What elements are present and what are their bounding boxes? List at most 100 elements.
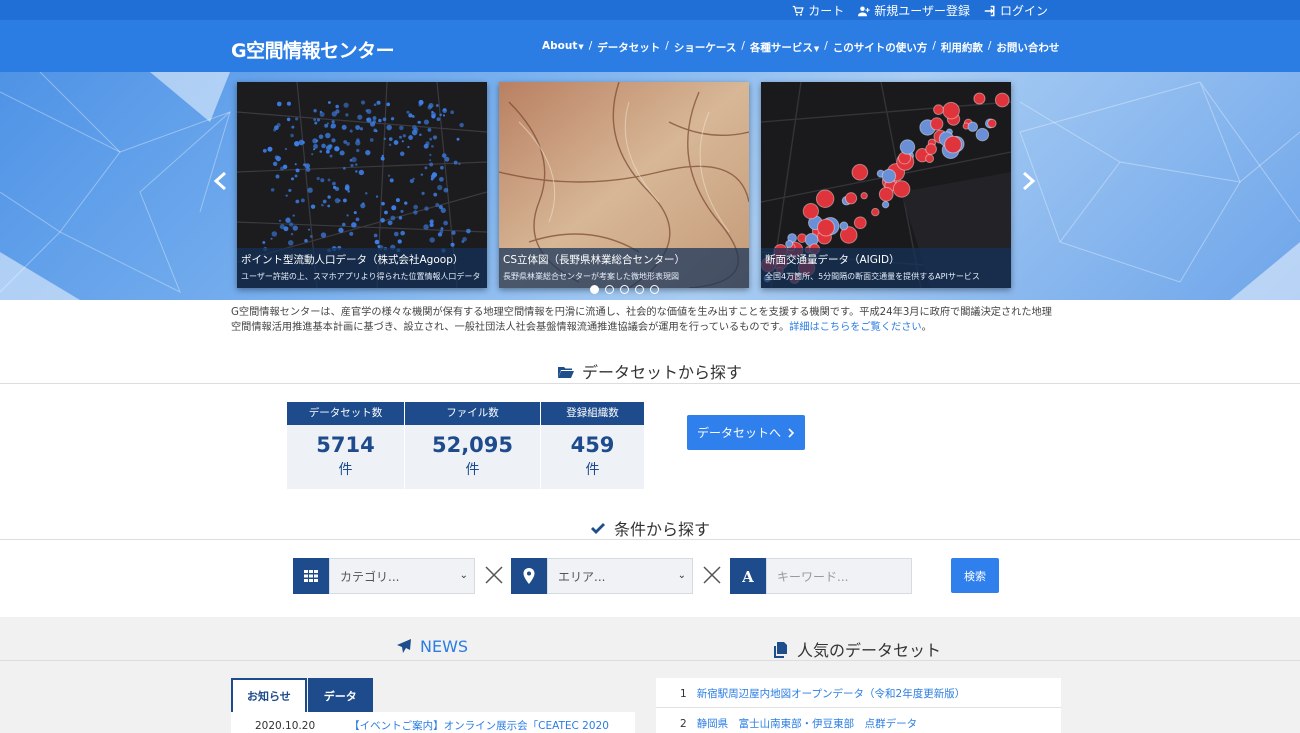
tab-notices[interactable]: お知らせ <box>231 678 307 712</box>
popular-title: 人気のデータセット <box>773 637 941 661</box>
hero-carousel: ポイント型流動人口データ（株式会社Agoop） ユーザー許諾の上、スマホアプリよ… <box>0 72 1300 300</box>
carousel-prev-button[interactable] <box>210 170 232 192</box>
stat-label: 登録組織数 <box>541 402 644 425</box>
login-link[interactable]: ログイン <box>984 2 1048 19</box>
slide-caption: 断面交通量データ（AIGID） 全国4万箇所、5分間隔の断面交通量を提供するAP… <box>761 248 1011 288</box>
category-select-value: カテゴリ... <box>340 570 400 584</box>
nav-item[interactable]: About▼ <box>542 40 584 55</box>
popular-title-label: 人気のデータセット <box>797 641 942 660</box>
font-icon: A <box>741 568 754 584</box>
dataset-stats: データセット数 5714 件 ファイル数 52,095 件 登録組織数 459 … <box>287 402 644 489</box>
stat-label: ファイル数 <box>405 402 540 425</box>
dataset-section-title: データセットから探す <box>0 359 1300 383</box>
caret-down-icon: ▼ <box>578 43 584 51</box>
stat-datasets: データセット数 5714 件 <box>287 402 404 489</box>
main-nav: About▼ / データセット / ショーケース / 各種サービス▼ / このサイトの使い方 / 利… <box>542 40 1059 55</box>
svg-text:A: A <box>741 568 754 584</box>
nav-separator: / <box>824 40 828 52</box>
carousel-dot[interactable] <box>620 285 629 294</box>
carousel-slide[interactable]: 断面交通量データ（AIGID） 全国4万箇所、5分間隔の断面交通量を提供するAP… <box>761 82 1011 288</box>
search-section-label: 条件から探す <box>613 520 710 539</box>
times-icon <box>700 563 724 587</box>
search-button[interactable]: 検索 <box>951 558 999 593</box>
carousel-dot[interactable] <box>605 285 614 294</box>
cart-icon <box>792 5 804 16</box>
popular-dataset-link[interactable]: 新宿駅周辺屋内地図オープンデータ（令和2年度更新版） <box>697 688 966 700</box>
carousel-slide[interactable]: CS立体図（長野県林業総合センター） 長野県林業総合センターが考案した微地形表現… <box>499 82 749 288</box>
intro-text: G空間情報センターは、産官学の様々な機関が保有する地理空間情報を円滑に流通し、社… <box>231 305 1061 335</box>
chevron-down-icon: ⌄ <box>459 570 468 581</box>
carousel-next-button[interactable] <box>1017 170 1039 192</box>
nav-item[interactable]: 利用約款 <box>941 40 983 55</box>
slide-caption: CS立体図（長野県林業総合センター） 長野県林業総合センターが考案した微地形表現… <box>499 248 749 288</box>
divider <box>0 660 1300 661</box>
check-icon <box>590 523 605 534</box>
keyword-input[interactable]: キーワード... <box>766 558 912 594</box>
rank-number: 2 <box>680 718 687 730</box>
slide-caption: ポイント型流動人口データ（株式会社Agoop） ユーザー許諾の上、スマホアプリよ… <box>237 248 487 288</box>
bottom-section <box>0 617 1300 733</box>
nav-item-label: データセット <box>597 42 661 54</box>
register-link[interactable]: 新規ユーザー登録 <box>858 2 970 19</box>
stat-value: 459 <box>570 433 615 457</box>
category-select[interactable]: カテゴリ... ⌄ <box>329 558 475 594</box>
news-title: NEWS <box>396 637 468 656</box>
keyword-icon-box: A <box>730 558 766 594</box>
chevron-right-icon <box>788 427 795 438</box>
nav-item-label: 各種サービス <box>749 42 813 54</box>
news-tabs: お知らせ データ <box>231 678 373 712</box>
stat-organizations: 登録組織数 459 件 <box>541 402 644 489</box>
carousel-indicators <box>590 285 659 294</box>
category-icon-box <box>293 558 329 594</box>
area-select-value: エリア... <box>558 570 606 584</box>
copy-icon <box>774 642 787 658</box>
slide-description: 全国4万箇所、5分間隔の断面交通量を提供するAPIサービス <box>765 272 980 281</box>
rank-number: 1 <box>680 688 687 700</box>
chevron-left-icon <box>213 171 226 191</box>
area-select[interactable]: エリア... ⌄ <box>547 558 693 594</box>
sign-in-icon <box>984 5 995 16</box>
carousel-slide[interactable]: ポイント型流動人口データ（株式会社Agoop） ユーザー許諾の上、スマホアプリよ… <box>237 82 487 288</box>
stat-unit: 件 <box>338 462 353 478</box>
slide-title: CS立体図（長野県林業総合センター） <box>503 254 685 266</box>
carousel-dot[interactable] <box>650 285 659 294</box>
carousel-dot[interactable] <box>590 285 599 294</box>
nav-item-label: 利用約款 <box>940 42 983 54</box>
stat-label: データセット数 <box>287 402 404 425</box>
stat-value: 52,095 <box>431 433 514 457</box>
register-label: 新規ユーザー登録 <box>874 4 970 18</box>
nav-item-label: お問い合わせ <box>996 42 1060 54</box>
news-date: 2020.10.20 <box>255 720 316 732</box>
site-logo[interactable]: G空間情報センター <box>231 36 395 63</box>
nav-separator: / <box>665 40 669 52</box>
dataset-section-label: データセットから探す <box>581 363 742 382</box>
nav-item[interactable]: データセット <box>597 40 660 55</box>
keyword-placeholder: キーワード... <box>777 570 849 584</box>
cart-link[interactable]: カート <box>792 2 844 19</box>
grid-icon <box>304 570 318 582</box>
folder-open-icon <box>557 367 574 378</box>
nav-item[interactable]: お問い合わせ <box>996 40 1059 55</box>
nav-item-label: ショーケース <box>673 42 737 54</box>
carousel-dot[interactable] <box>635 285 644 294</box>
divider <box>0 383 1300 384</box>
popular-list: 1 新宿駅周辺屋内地図オープンデータ（令和2年度更新版） 2 静岡県 富士山南東部・… <box>656 678 1061 733</box>
nav-item-label: このサイトの使い方 <box>832 42 928 54</box>
user-plus-icon <box>858 6 870 16</box>
nav-separator: / <box>987 40 992 52</box>
nav-separator: / <box>588 40 593 52</box>
nav-item[interactable]: ショーケース <box>674 40 736 55</box>
stat-unit: 件 <box>585 462 600 478</box>
news-link[interactable]: 【イベントご案内】オンライン展示会「CEATEC 2020 <box>349 720 609 732</box>
nav-separator: / <box>932 40 936 52</box>
login-label: ログイン <box>999 4 1048 18</box>
tab-data[interactable]: データ <box>307 678 373 712</box>
nav-item[interactable]: このサイトの使い方 <box>833 40 928 55</box>
chevron-right-icon <box>1023 171 1036 191</box>
stat-value: 5714 <box>316 433 375 457</box>
nav-item[interactable]: 各種サービス▼ <box>750 40 819 55</box>
stat-files: ファイル数 52,095 件 <box>405 402 540 489</box>
go-to-datasets-button[interactable]: データセットへ <box>687 415 805 450</box>
popular-dataset-link[interactable]: 静岡県 富士山南東部・伊豆東部 点群データ <box>697 718 918 730</box>
intro-details-link[interactable]: 詳細はこちらをご覧ください <box>789 322 921 333</box>
